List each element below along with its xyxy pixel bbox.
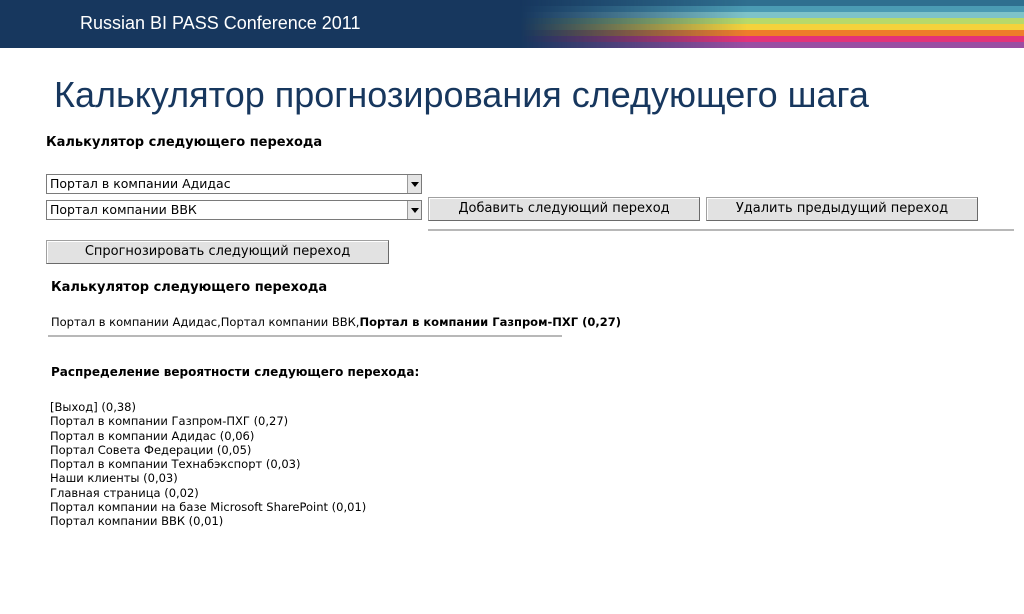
page-select-1[interactable]: Портал в компании Адидас: [46, 174, 422, 194]
add-next-transition-button[interactable]: Добавить следующий переход: [428, 197, 700, 221]
page-select-1-value: Портал в компании Адидас: [50, 176, 231, 191]
header-stripe: [520, 0, 1024, 7]
distribution-title: Распределение вероятности следующего пер…: [51, 365, 420, 379]
remove-previous-transition-button[interactable]: Удалить предыдущий переход: [706, 197, 978, 221]
result-path-prefix: Портал в компании Адидас,Портал компании…: [51, 315, 360, 329]
chevron-down-icon[interactable]: [407, 201, 421, 219]
predict-next-transition-button[interactable]: Спрогнозировать следующий переход: [46, 240, 389, 264]
list-item: Портал Совета Федерации (0,05): [50, 442, 252, 457]
divider: [48, 335, 562, 337]
page-select-2-value: Портал компании ВВК: [50, 202, 197, 217]
list-item: [Выход] (0,38): [50, 400, 136, 414]
conference-title: Russian BI PASS Conference 2011: [80, 13, 361, 33]
header-stripe: [520, 24, 1024, 31]
header-stripe: [520, 6, 1024, 13]
page-select-2[interactable]: Портал компании ВВК: [46, 200, 422, 220]
list-item: Главная страница (0,02): [50, 485, 199, 500]
list-item: Портал компании ВВК (0,01): [50, 514, 224, 529]
header-stripe: [520, 12, 1024, 19]
chevron-down-icon[interactable]: [407, 175, 421, 193]
header-bar: Russian BI PASS Conference 2011: [0, 0, 1024, 48]
header-stripe: [520, 36, 1024, 43]
decorative-stripes: [520, 0, 1024, 48]
list-item: Наши клиенты (0,03): [50, 471, 178, 486]
header-stripe: [520, 18, 1024, 25]
list-item: Портал в компании Газпром-ПХГ (0,27): [50, 414, 289, 429]
result-path-prediction: Портал в компании Газпром-ПХГ (0,27): [359, 315, 621, 329]
header-stripe: [520, 42, 1024, 48]
result-path: Портал в компании Адидас,Портал компании…: [51, 315, 621, 329]
list-item: Портал компании на базе Microsoft ShareP…: [50, 500, 367, 515]
result-title: Калькулятор следующего перехода: [51, 280, 328, 295]
list-item: Портал в компании Адидас (0,06): [50, 428, 255, 443]
header-stripe: [520, 30, 1024, 37]
list-item: Портал в компании Технабэкспорт (0,03): [50, 457, 301, 472]
slide-title: Калькулятор прогнозирования следующего ш…: [54, 74, 869, 115]
distribution-list: [Выход] (0,38) Портал в компании Газпром…: [50, 400, 366, 529]
divider: [428, 229, 1014, 231]
calculator-heading: Калькулятор следующего перехода: [46, 135, 323, 150]
